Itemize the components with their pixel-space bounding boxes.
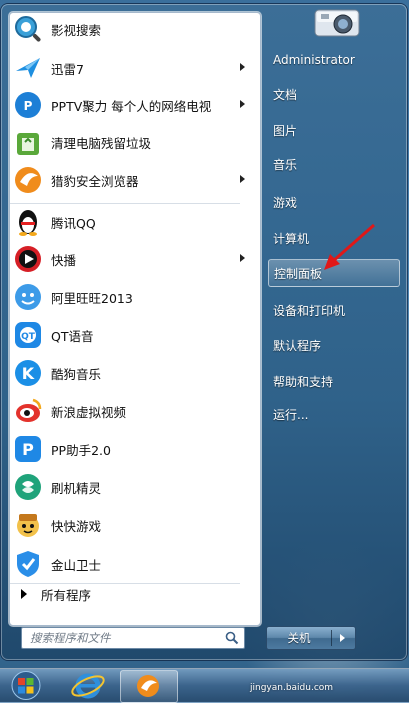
program-item[interactable]: 快快游戏 — [11, 507, 255, 543]
qvod-play-icon — [13, 244, 43, 274]
right-pane-item[interactable]: 设备和打印机 — [268, 296, 400, 324]
program-item[interactable]: QT QT语音 — [11, 317, 255, 353]
pptv-icon: P — [13, 90, 43, 120]
right-pane-item[interactable]: 帮助和支持 — [268, 367, 400, 395]
program-item[interactable]: 清理电脑残留垃圾 — [11, 124, 255, 160]
qt-voice-icon: QT — [13, 320, 43, 350]
qq-penguin-icon — [13, 207, 43, 237]
internet-explorer-icon[interactable] — [66, 670, 110, 701]
program-item[interactable]: 猎豹安全浏览器 — [11, 162, 255, 198]
shuaji-shield-icon — [13, 472, 43, 502]
taskbar — [0, 668, 409, 703]
program-label: 快快游戏 — [51, 518, 102, 534]
sina-eye-icon — [13, 396, 43, 426]
search-box[interactable] — [21, 627, 245, 649]
all-programs-button[interactable]: 所有程序 — [11, 582, 255, 606]
program-label: 清理电脑残留垃圾 — [51, 135, 152, 151]
watermark-text: jingyan.baidu.com — [250, 683, 334, 693]
right-pane-label: 计算机 — [273, 231, 310, 246]
program-item[interactable]: 刷机精灵 — [11, 469, 255, 505]
triangle-right-icon — [21, 589, 27, 599]
shutdown-button[interactable]: 关机 — [266, 626, 356, 650]
right-pane-item[interactable]: 运行... — [268, 400, 400, 428]
program-item[interactable]: 腾讯QQ — [11, 204, 255, 240]
program-label: QT语音 — [51, 328, 94, 344]
windows-start-orb-icon[interactable] — [6, 670, 46, 701]
right-pane-item[interactable]: 文档 — [268, 80, 400, 108]
program-item[interactable]: 影视搜索 — [11, 11, 255, 47]
right-pane-item[interactable]: 默认程序 — [268, 331, 400, 359]
submenu-arrow-icon[interactable] — [240, 175, 245, 183]
aliwangwang-icon — [13, 282, 43, 312]
cheetah-browser-icon — [13, 165, 43, 195]
right-pane-label: 默认程序 — [273, 338, 322, 353]
program-label: PP助手2.0 — [51, 442, 111, 458]
program-item[interactable]: 迅雷7 — [11, 50, 255, 86]
submenu-arrow-icon[interactable] — [240, 254, 245, 262]
program-label: 影视搜索 — [51, 22, 102, 38]
program-label: 金山卫士 — [51, 557, 102, 573]
svg-text:P: P — [24, 99, 33, 113]
game-character-icon — [13, 510, 43, 540]
right-pane-label: 图片 — [273, 123, 298, 138]
program-item[interactable]: P PP助手2.0 — [11, 431, 255, 467]
shutdown-label: 关机 — [267, 630, 332, 646]
right-pane-item[interactable]: 音乐 — [268, 150, 400, 178]
search-input[interactable] — [22, 630, 222, 646]
program-item[interactable]: 阿里旺旺2013 — [11, 279, 255, 315]
submenu-arrow-icon[interactable] — [240, 100, 245, 108]
pinned-separator — [10, 203, 240, 204]
program-label: 迅雷7 — [51, 61, 84, 77]
svg-text:K: K — [22, 364, 35, 383]
program-label: 新浪虚拟视频 — [51, 404, 127, 420]
right-pane-label: Administrator — [273, 53, 355, 67]
film-search-icon — [13, 14, 43, 44]
recycle-bin-icon — [13, 127, 43, 157]
right-pane-item[interactable]: 图片 — [268, 116, 400, 144]
right-pane-item[interactable]: Administrator — [268, 46, 400, 74]
pp-assistant-icon: P — [13, 434, 43, 464]
right-pane-label: 文档 — [273, 87, 298, 102]
program-item[interactable]: K 酷狗音乐 — [11, 355, 255, 391]
program-item[interactable]: 金山卫士 — [11, 546, 255, 582]
taskbar-cheetah-browser-button[interactable] — [120, 670, 178, 703]
red-annotation-arrow-icon — [324, 223, 375, 270]
right-pane-label: 设备和打印机 — [273, 303, 346, 318]
right-pane-label: 游戏 — [273, 195, 298, 210]
program-label: 快播 — [51, 252, 77, 268]
right-pane-item[interactable]: 游戏 — [268, 188, 400, 216]
shutdown-options-arrow-icon[interactable] — [340, 634, 345, 642]
program-item[interactable]: P PPTV聚力 每个人的网络电视 — [11, 87, 255, 123]
right-pane-label: 帮助和支持 — [273, 374, 334, 389]
program-label: 刷机精灵 — [51, 480, 102, 496]
right-pane-label: 控制面板 — [274, 266, 323, 281]
program-label: PPTV聚力 每个人的网络电视 — [51, 98, 212, 114]
kingsoft-shield-icon — [13, 549, 43, 579]
program-label: 腾讯QQ — [51, 215, 96, 231]
program-item[interactable]: 新浪虚拟视频 — [11, 393, 255, 429]
svg-text:QT: QT — [21, 332, 36, 342]
program-label: 酷狗音乐 — [51, 366, 102, 382]
xunlei-bird-icon — [13, 53, 43, 83]
right-pane-label: 运行... — [273, 407, 309, 422]
program-label: 猎豹安全浏览器 — [51, 173, 139, 189]
submenu-arrow-icon[interactable] — [240, 63, 245, 71]
kugou-icon: K — [13, 358, 43, 388]
svg-text:P: P — [22, 440, 34, 459]
user-picture-camera-icon[interactable] — [309, 2, 365, 42]
right-pane-label: 音乐 — [273, 157, 298, 172]
program-label: 阿里旺旺2013 — [51, 290, 133, 306]
search-icon[interactable] — [225, 631, 239, 645]
cheetah-browser-icon — [137, 675, 159, 697]
program-item[interactable]: 快播 — [11, 241, 255, 277]
all-programs-label: 所有程序 — [41, 587, 92, 603]
